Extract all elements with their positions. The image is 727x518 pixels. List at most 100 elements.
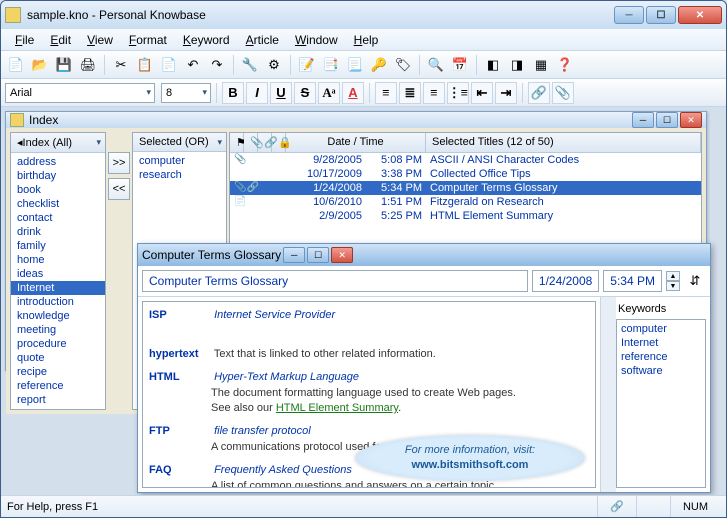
article-content[interactable]: ISP Internet Service Providerhypertext T… <box>142 301 596 488</box>
time-down-button[interactable]: ▼ <box>666 281 680 291</box>
menu-keyword[interactable]: Keyword <box>175 31 238 49</box>
col-datetime[interactable]: Date / Time <box>286 133 426 152</box>
print-icon[interactable]: 🖨 <box>77 54 99 76</box>
add-keyword-button[interactable]: >> <box>108 152 130 174</box>
col-lock-icon[interactable]: 🔒 <box>272 133 286 152</box>
bullets-button[interactable]: ⋮≡ <box>447 82 469 104</box>
index-selected-header[interactable]: Selected (OR) <box>133 133 226 152</box>
note-icon[interactable]: 📝 <box>296 54 318 76</box>
index-item[interactable]: procedure <box>11 337 105 351</box>
menu-view[interactable]: View <box>79 31 121 49</box>
menu-edit[interactable]: Edit <box>42 31 79 49</box>
copy-icon[interactable]: 📋 <box>134 54 156 76</box>
tool2-icon[interactable]: ⚙ <box>263 54 285 76</box>
tag-icon[interactable]: 🏷 <box>392 54 414 76</box>
table-row[interactable]: 📎🔗1/24/20085:34 PMComputer Terms Glossar… <box>230 181 701 195</box>
index-item[interactable]: ideas <box>11 267 105 281</box>
misc2-icon[interactable]: ◨ <box>506 54 528 76</box>
outdent-button[interactable]: ⇤ <box>471 82 493 104</box>
keywords-list[interactable]: computerInternetreferencesoftware <box>616 319 706 488</box>
article-minimize-button[interactable]: ─ <box>283 247 305 263</box>
align-center-button[interactable]: ≣ <box>399 82 421 104</box>
index-item[interactable]: address <box>11 155 105 169</box>
strike-button[interactable]: S <box>294 82 316 104</box>
article-time-field[interactable]: 5:34 PM <box>603 270 662 292</box>
menu-article[interactable]: Article <box>238 31 287 49</box>
article-maximize-button[interactable]: ☐ <box>307 247 329 263</box>
selected-item[interactable]: research <box>133 168 226 182</box>
maximize-button[interactable]: ☐ <box>646 6 676 24</box>
col-link-icon[interactable]: 🔗 <box>258 133 272 152</box>
help-icon[interactable]: ❓ <box>554 54 576 76</box>
index-item[interactable]: introduction <box>11 295 105 309</box>
index-item[interactable]: knowledge <box>11 309 105 323</box>
color-button[interactable]: A <box>342 82 364 104</box>
indent-button[interactable]: ⇥ <box>495 82 517 104</box>
open-icon[interactable]: 📂 <box>29 54 51 76</box>
cut-icon[interactable]: ✂ <box>110 54 132 76</box>
misc1-icon[interactable]: ◧ <box>482 54 504 76</box>
minimize-button[interactable]: ─ <box>614 6 644 24</box>
index-titlebar[interactable]: Index ─ ☐ ✕ <box>6 112 706 128</box>
index-item[interactable]: reference <box>11 379 105 393</box>
index-item[interactable]: report <box>11 393 105 407</box>
table-row[interactable]: 2/9/20055:25 PMHTML Element Summary <box>230 209 701 223</box>
close-button[interactable]: ✕ <box>678 6 722 24</box>
find-icon[interactable]: 🔍 <box>425 54 447 76</box>
main-titlebar[interactable]: sample.kno - Personal Knowbase ─ ☐ ✕ <box>1 1 726 29</box>
col-attach-icon[interactable]: 📎 <box>244 133 258 152</box>
index-item[interactable]: quote <box>11 351 105 365</box>
size-select[interactable]: 8 <box>161 83 211 103</box>
underline-button[interactable]: U <box>270 82 292 104</box>
index-item[interactable]: contact <box>11 211 105 225</box>
menu-file[interactable]: File <box>7 31 42 49</box>
article-close-button[interactable]: ✕ <box>331 247 353 263</box>
misc3-icon[interactable]: ▦ <box>530 54 552 76</box>
cal-icon[interactable]: 📅 <box>449 54 471 76</box>
index-item[interactable]: birthday <box>11 169 105 183</box>
index-item[interactable]: home <box>11 253 105 267</box>
index-item[interactable]: drink <box>11 225 105 239</box>
remove-keyword-button[interactable]: << <box>108 178 130 200</box>
link-button[interactable]: 🔗 <box>528 82 550 104</box>
italic-button[interactable]: I <box>246 82 268 104</box>
article-nav-icon[interactable]: ⇵ <box>684 270 706 292</box>
index-item[interactable]: recipe <box>11 365 105 379</box>
paste-icon[interactable]: 📄 <box>158 54 180 76</box>
align-left-button[interactable]: ≡ <box>375 82 397 104</box>
time-up-button[interactable]: ▲ <box>666 271 680 281</box>
index-all-header[interactable]: ◂ Index (All) <box>11 133 105 153</box>
note2-icon[interactable]: 📑 <box>320 54 342 76</box>
keyword-item[interactable]: software <box>621 364 701 378</box>
article-titlebar[interactable]: Computer Terms Glossary ─ ☐ ✕ <box>138 244 710 266</box>
menu-window[interactable]: Window <box>287 31 346 49</box>
col-flag-icon[interactable]: ⚑ <box>230 133 244 152</box>
index-item[interactable]: family <box>11 239 105 253</box>
article-scrollbar[interactable] <box>600 297 616 492</box>
undo-icon[interactable]: ↶ <box>182 54 204 76</box>
super-button[interactable]: Aᵃ <box>318 82 340 104</box>
menu-format[interactable]: Format <box>121 31 175 49</box>
article-heading-field[interactable]: Computer Terms Glossary <box>142 270 528 292</box>
index-close-button[interactable]: ✕ <box>680 112 702 128</box>
index-maximize-button[interactable]: ☐ <box>656 112 678 128</box>
key-icon[interactable]: 🔑 <box>368 54 390 76</box>
new-icon[interactable]: 📄 <box>5 54 27 76</box>
attach-button[interactable]: 📎 <box>552 82 574 104</box>
font-select[interactable]: Arial <box>5 83 155 103</box>
redo-icon[interactable]: ↷ <box>206 54 228 76</box>
col-titles[interactable]: Selected Titles (12 of 50) <box>426 133 701 152</box>
align-right-button[interactable]: ≡ <box>423 82 445 104</box>
article-date-field[interactable]: 1/24/2008 <box>532 270 599 292</box>
tool-icon[interactable]: 🔧 <box>239 54 261 76</box>
keyword-item[interactable]: computer <box>621 322 701 336</box>
save-icon[interactable]: 💾 <box>53 54 75 76</box>
table-row[interactable]: 10/17/20093:38 PMCollected Office Tips <box>230 167 701 181</box>
selected-item[interactable]: computer <box>133 154 226 168</box>
keyword-item[interactable]: Internet <box>621 336 701 350</box>
menu-help[interactable]: Help <box>346 31 387 49</box>
index-minimize-button[interactable]: ─ <box>632 112 654 128</box>
index-item[interactable]: book <box>11 183 105 197</box>
index-all-list[interactable]: addressbirthdaybookchecklistcontactdrink… <box>11 153 105 409</box>
table-row[interactable]: 📎9/28/20055:08 PMASCII / ANSI Character … <box>230 153 701 167</box>
